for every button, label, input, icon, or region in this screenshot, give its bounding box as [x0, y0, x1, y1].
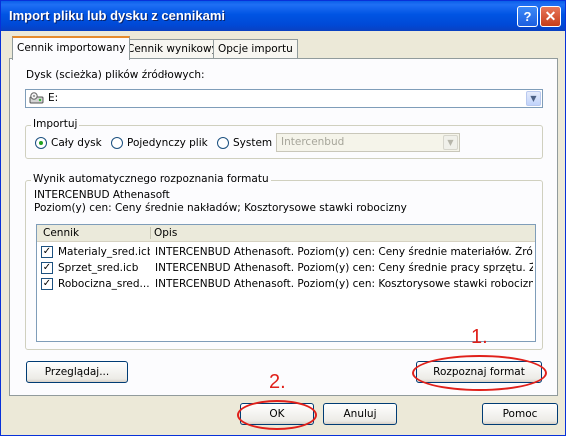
format-price-levels: Poziom(y) cen: Ceny średnie nakładów; Ko… [34, 202, 407, 214]
help-button[interactable]: Pomoc [482, 403, 558, 425]
opis-cell: INTERCENBUD Athenasoft. Poziom(y) cen: C… [155, 262, 533, 274]
system-select-value: Intercenbud [281, 136, 345, 148]
window-title: Import pliku lub dysku z cennikami [9, 8, 225, 23]
opis-cell: INTERCENBUD Athenasoft. Poziom(y) cen: C… [155, 246, 533, 258]
radio-system-label[interactable]: System [233, 137, 272, 149]
annotation-step-1: 1. [471, 326, 488, 348]
tab-cennik-importowany[interactable]: Cennik importowany [12, 36, 131, 60]
tab-cennik-wynikowy[interactable]: Cennik wynikowy [122, 39, 223, 59]
annotation-step-2: 2. [269, 371, 286, 393]
disk-label: Dysk (scieżka) plików źródłowych: [26, 69, 205, 81]
chevron-down-icon[interactable]: ▼ [526, 91, 541, 106]
cennik-cell: Sprzet_sred.icb [58, 262, 139, 274]
radio-pojedynczy-plik[interactable] [111, 137, 123, 149]
checkmark-icon[interactable]: ✓ [41, 278, 53, 290]
annotation-oval-ok [237, 400, 317, 430]
column-header-cennik[interactable]: Cennik [43, 227, 79, 239]
format-group-title: Wynik automatycznego rozpoznania formatu [31, 173, 271, 185]
annotation-oval-recognize [412, 355, 547, 391]
import-group-title: Importuj [31, 118, 80, 130]
help-title-button[interactable]: ? [517, 6, 538, 27]
radio-system[interactable] [217, 137, 229, 149]
opis-cell: INTERCENBUD Athenasoft. Poziom(y) cen: K… [155, 278, 533, 290]
title-bar[interactable]: Import pliku lub dysku z cennikami ? ✕ [1, 1, 565, 31]
table-header: Cennik Opis [37, 225, 535, 242]
cennik-cell: Materialy_sred.icb [58, 246, 150, 258]
close-button[interactable]: ✕ [540, 6, 561, 27]
cancel-button[interactable]: Anuluj [323, 403, 397, 425]
column-divider[interactable] [150, 227, 151, 239]
drive-icon [29, 92, 44, 105]
format-name: INTERCENBUD Athenasoft [34, 189, 170, 201]
disk-value: E: [48, 92, 59, 104]
system-select[interactable]: Intercenbud ▼ [276, 133, 460, 152]
table-row[interactable]: ✓ Robocizna_sred... INTERCENBUD Athenaso… [37, 277, 535, 293]
cennik-cell: Robocizna_sred... [58, 278, 150, 290]
tab-opcje-importu[interactable]: Opcje importu [213, 39, 298, 59]
disk-select[interactable]: E: ▼ [25, 89, 543, 108]
dialog-window: Import pliku lub dysku z cennikami ? ✕ C… [0, 0, 566, 436]
radio-caly-dysk-label[interactable]: Cały dysk [51, 137, 102, 149]
price-list-table[interactable]: Cennik Opis ✓ Materialy_sred.icb INTERCE… [36, 224, 536, 342]
chevron-down-icon[interactable]: ▼ [443, 135, 458, 150]
checkmark-icon[interactable]: ✓ [41, 246, 53, 258]
table-row[interactable]: ✓ Materialy_sred.icb INTERCENBUD Athenas… [37, 245, 535, 261]
column-header-opis[interactable]: Opis [154, 227, 177, 239]
browse-button[interactable]: Przeglądaj... [26, 361, 128, 383]
table-row[interactable]: ✓ Sprzet_sred.icb INTERCENBUD Athenasoft… [37, 261, 535, 277]
radio-pojedynczy-plik-label[interactable]: Pojedynczy plik [127, 137, 208, 149]
checkmark-icon[interactable]: ✓ [41, 262, 53, 274]
radio-caly-dysk[interactable] [35, 137, 47, 149]
